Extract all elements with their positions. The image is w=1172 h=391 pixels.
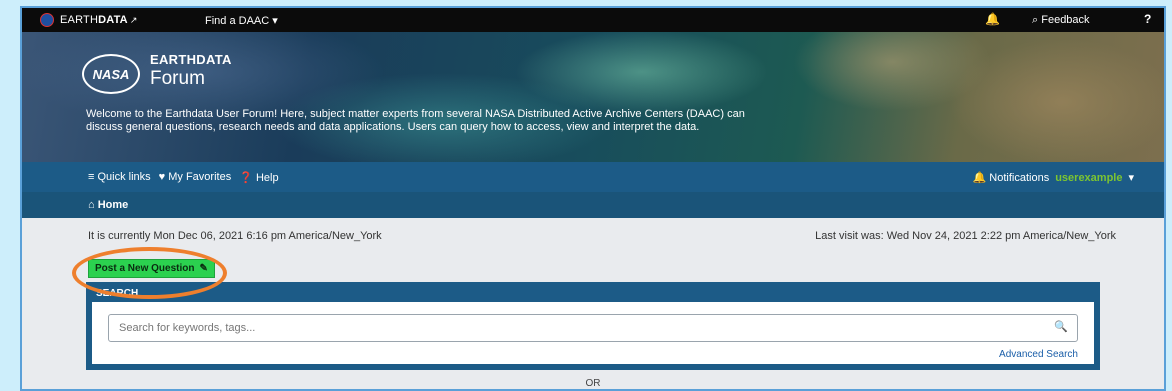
search-input[interactable] xyxy=(108,314,1078,342)
hero-title-forum: Forum xyxy=(150,68,205,89)
find-daac-label: Find a DAAC xyxy=(205,15,270,27)
browser-frame: EARTHDATA ↗ Find a DAAC ▾ 🔔 ⌕ Feedback ? … xyxy=(20,6,1166,391)
post-new-question-button[interactable]: Post a New Question ✎ xyxy=(88,259,215,278)
search-panel: SEARCH 🔍 Advanced Search xyxy=(86,282,1100,370)
search-heading: SEARCH xyxy=(96,288,139,299)
chat-icon: ⌕ xyxy=(1032,14,1039,26)
external-link-icon: ↗ xyxy=(129,15,138,25)
brand-bold: DATA xyxy=(98,14,128,26)
navbar-left: ≡ Quick links ♥ My Favorites ❓ Help xyxy=(88,171,279,184)
notifications-link[interactable]: 🔔 Notifications xyxy=(973,171,1050,184)
help-link[interactable]: ❓ Help xyxy=(239,171,278,184)
feedback-link[interactable]: ⌕ Feedback xyxy=(1032,14,1090,27)
navbar-right: 🔔 Notifications userexample ▾ xyxy=(973,171,1134,184)
chevron-down-icon: ▾ xyxy=(272,15,278,27)
post-button-label: Post a New Question xyxy=(95,263,195,274)
help-icon[interactable]: ? xyxy=(1144,12,1151,26)
earthdata-topbar: EARTHDATA ↗ Find a DAAC ▾ 🔔 ⌕ Feedback ? xyxy=(22,8,1164,32)
find-daac-dropdown[interactable]: Find a DAAC ▾ xyxy=(205,14,278,27)
feedback-label: Feedback xyxy=(1041,14,1090,26)
search-panel-body: 🔍 Advanced Search xyxy=(92,302,1094,364)
nasa-badge-icon[interactable] xyxy=(40,13,54,27)
advanced-search-link[interactable]: Advanced Search xyxy=(999,349,1078,360)
welcome-text: Welcome to the Earthdata User Forum! Her… xyxy=(86,108,745,133)
breadcrumb: ⌂ Home xyxy=(22,192,1164,218)
breadcrumb-home-link[interactable]: ⌂ Home xyxy=(88,199,128,211)
earthdata-brand-link[interactable]: EARTHDATA ↗ xyxy=(60,14,138,26)
or-separator: OR xyxy=(585,378,601,389)
pencil-icon: ✎ xyxy=(199,263,208,274)
forum-navbar: ≡ Quick links ♥ My Favorites ❓ Help 🔔 No… xyxy=(22,162,1164,192)
brand-prefix: EARTH xyxy=(60,14,99,26)
forum-hero-banner: NASA EARTHDATA Forum Welcome to the Eart… xyxy=(22,32,1164,162)
user-menu[interactable]: userexample xyxy=(1055,172,1122,184)
last-visit-text: Last visit was: Wed Nov 24, 2021 2:22 pm… xyxy=(815,230,1116,242)
user-menu-caret-icon[interactable]: ▾ xyxy=(1128,171,1134,184)
search-icon[interactable]: 🔍 xyxy=(1054,320,1068,333)
nasa-logo[interactable]: NASA xyxy=(82,54,140,94)
current-time-text: It is currently Mon Dec 06, 2021 6:16 pm… xyxy=(88,230,382,242)
bell-icon[interactable]: 🔔 xyxy=(985,12,1000,26)
my-favorites-link[interactable]: ♥ My Favorites xyxy=(159,171,232,184)
quick-links-menu[interactable]: ≡ Quick links xyxy=(88,171,151,184)
hero-title-earthdata: EARTHDATA xyxy=(150,52,232,67)
